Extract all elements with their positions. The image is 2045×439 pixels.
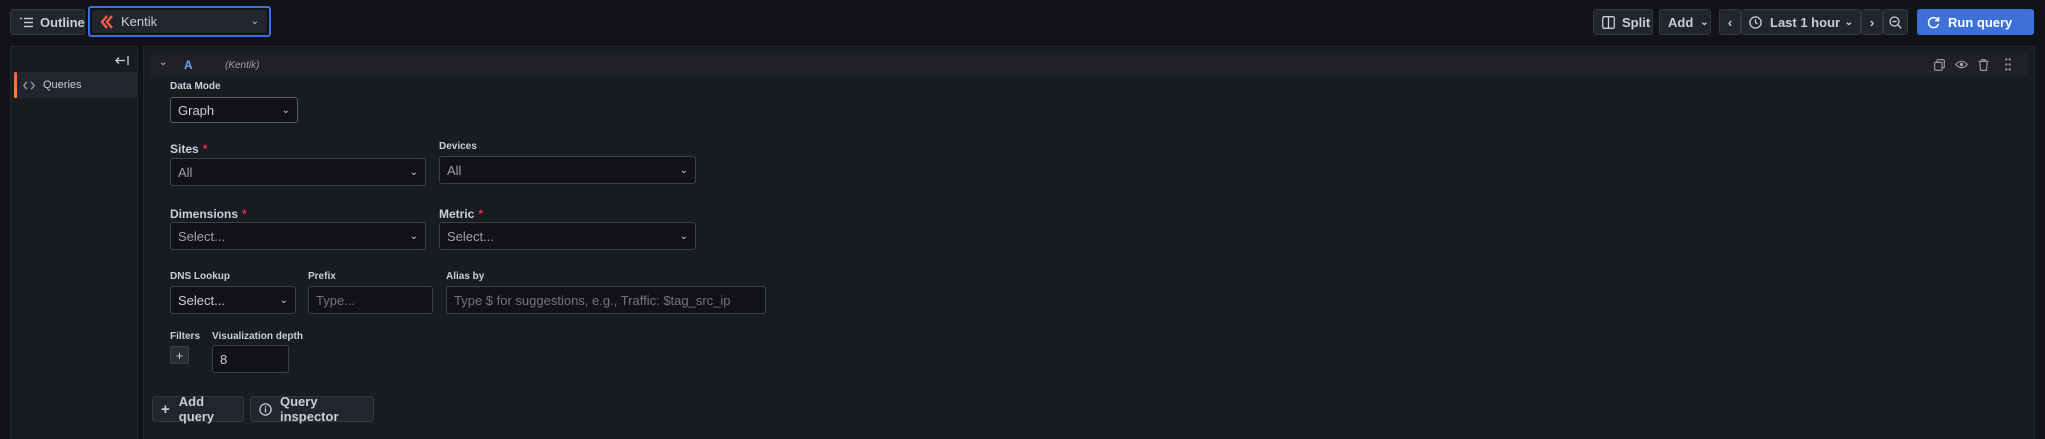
dimensions-label-row: Dimensions * xyxy=(170,207,247,221)
clock-icon xyxy=(1749,15,1762,29)
query-inspector-button[interactable]: Query inspector xyxy=(250,394,374,424)
zoom-out-button[interactable] xyxy=(1883,9,1908,35)
split-button[interactable]: Split xyxy=(1593,9,1653,35)
trash-icon[interactable] xyxy=(1978,59,1989,71)
sidebar-item-label: Queries xyxy=(43,79,82,91)
query-row-header xyxy=(150,53,2028,77)
dimensions-label: Dimensions xyxy=(170,207,239,221)
query-datasource-name: (Kentik) xyxy=(225,60,260,71)
dimensions-placeholder: Select... xyxy=(178,228,225,244)
metric-select[interactable]: Select... ⌄ xyxy=(439,222,696,250)
alias-by-input[interactable] xyxy=(446,286,766,314)
sidebar: Queries xyxy=(10,46,138,439)
info-circle-icon xyxy=(259,402,272,416)
refresh-icon xyxy=(1927,16,1940,29)
kentik-logo-icon xyxy=(100,14,114,29)
time-next-button[interactable]: › xyxy=(1861,9,1883,35)
sidebar-collapse-button[interactable] xyxy=(113,52,131,68)
metric-placeholder: Select... xyxy=(447,228,494,244)
plus-icon: + xyxy=(161,400,170,418)
chevron-down-icon: ⌄ xyxy=(679,164,688,176)
duplicate-query-icon[interactable] xyxy=(1934,59,1945,71)
split-columns-icon xyxy=(1602,15,1615,29)
prefix-input[interactable] xyxy=(308,286,433,314)
sites-label: Sites xyxy=(170,142,199,156)
query-inspector-label: Query inspector xyxy=(280,394,339,424)
datasource-label: Kentik xyxy=(121,14,158,29)
chevron-down-icon: ⌄ xyxy=(1700,16,1709,28)
datasource-picker[interactable]: Kentik ⌄ xyxy=(88,6,271,37)
alias-by-label: Alias by xyxy=(446,271,485,282)
dns-lookup-label: DNS Lookup xyxy=(170,271,230,282)
sites-value: All xyxy=(178,164,193,180)
active-indicator xyxy=(14,72,17,98)
run-query-label: Run query xyxy=(1948,14,2013,30)
zoom-out-icon xyxy=(1889,15,1902,29)
required-marker: * xyxy=(242,207,247,221)
sidebar-item-queries[interactable]: Queries xyxy=(14,72,138,98)
outline-button[interactable]: Outline xyxy=(10,9,85,35)
data-mode-label: Data Mode xyxy=(170,81,221,92)
collapse-query-chevron-icon[interactable]: ⌄ xyxy=(159,57,167,68)
devices-value: All xyxy=(447,162,462,178)
visualization-depth-label: Visualization depth xyxy=(212,331,303,342)
dns-lookup-select[interactable]: Select... ⌄ xyxy=(170,286,296,314)
chevron-down-icon: ⌄ xyxy=(409,230,418,242)
query-ref-id[interactable]: A xyxy=(184,58,193,72)
prefix-label: Prefix xyxy=(308,271,336,282)
chevron-down-icon: ⌄ xyxy=(409,166,418,178)
run-query-button[interactable]: Run query xyxy=(1917,9,2034,35)
add-query-button[interactable]: + Add query xyxy=(152,394,244,424)
code-icon xyxy=(23,80,35,90)
chevron-right-icon: › xyxy=(1869,14,1875,30)
visualization-depth-input[interactable] xyxy=(212,345,289,373)
add-filter-button[interactable]: + xyxy=(170,346,189,364)
toggle-visibility-eye-icon[interactable] xyxy=(1955,60,1968,69)
data-mode-select[interactable]: Graph ⌄ xyxy=(170,97,298,123)
chevron-left-icon: ‹ xyxy=(1727,14,1733,30)
chevron-down-icon: ⌄ xyxy=(279,294,288,306)
add-menu-button[interactable]: Add ⌄ xyxy=(1659,9,1711,35)
dns-lookup-placeholder: Select... xyxy=(178,292,225,308)
devices-select[interactable]: All ⌄ xyxy=(439,156,696,184)
time-range-picker[interactable]: Last 1 hour ⌄ xyxy=(1741,9,1861,35)
dimensions-select[interactable]: Select... ⌄ xyxy=(170,222,426,250)
metric-label: Metric xyxy=(439,207,475,221)
sites-select[interactable]: All ⌄ xyxy=(170,158,426,186)
plus-icon: + xyxy=(175,347,184,363)
required-marker: * xyxy=(478,207,484,221)
metric-label-row: Metric * xyxy=(439,207,483,221)
add-query-label: Add query xyxy=(178,394,215,424)
chevron-down-icon: ⌄ xyxy=(679,230,688,242)
outline-list-icon xyxy=(20,17,33,28)
sites-label-row: Sites * xyxy=(170,142,207,156)
time-prev-button[interactable]: ‹ xyxy=(1719,9,1741,35)
time-range-label: Last 1 hour xyxy=(1770,14,1841,30)
required-marker: * xyxy=(202,142,208,156)
devices-label: Devices xyxy=(439,141,477,152)
outline-label: Outline xyxy=(40,14,85,30)
add-label: Add xyxy=(1668,14,1694,30)
chevron-down-icon: ⌄ xyxy=(1844,16,1853,28)
filters-label: Filters xyxy=(170,331,201,342)
split-label: Split xyxy=(1622,14,1651,30)
data-mode-value: Graph xyxy=(178,102,215,118)
drag-handle-icon[interactable] xyxy=(2005,58,2011,71)
chevron-down-icon: ⌄ xyxy=(250,16,259,27)
collapse-left-icon xyxy=(115,55,129,66)
chevron-down-icon: ⌄ xyxy=(281,104,290,116)
query-editor-pane xyxy=(143,46,2035,439)
